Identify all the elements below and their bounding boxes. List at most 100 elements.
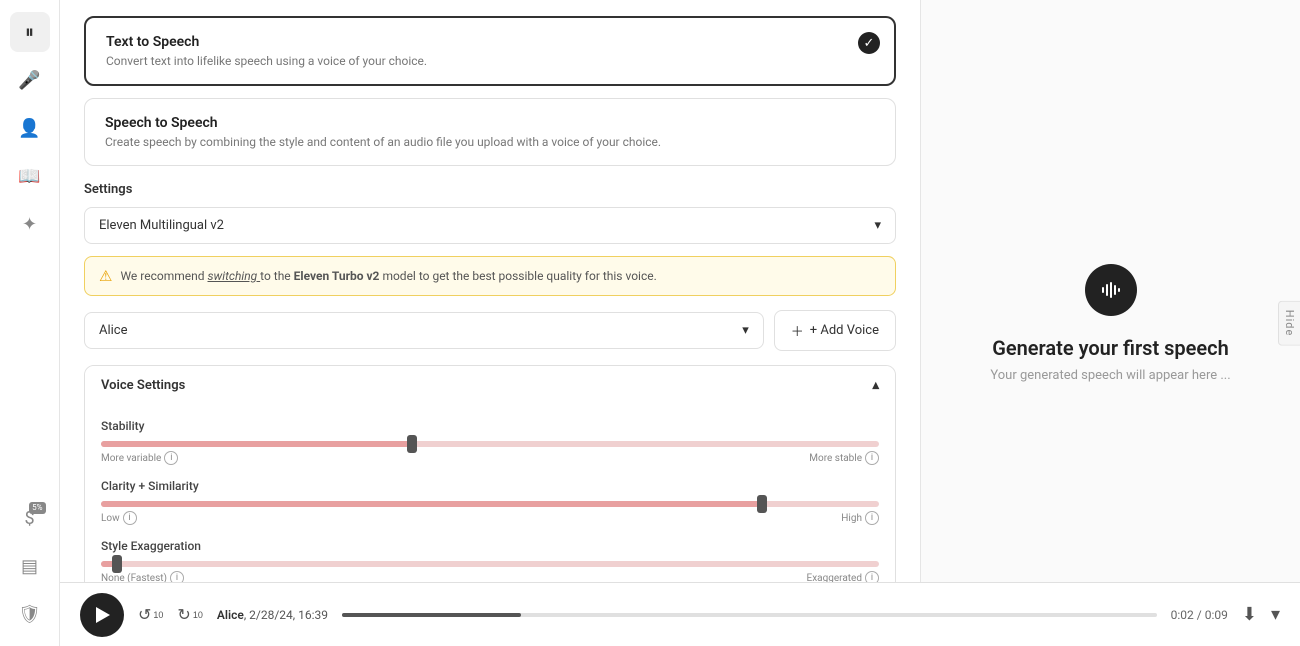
voice-row: Alice ▾ ＋ + Add Voice — [84, 310, 896, 351]
generate-desc: Your generated speech will appear here .… — [990, 368, 1230, 383]
player-date: 2/28/24, 16:39 — [249, 608, 328, 622]
progress-bar-fill — [342, 613, 521, 617]
add-voice-label: + Add Voice — [810, 323, 879, 338]
style-track-bg — [101, 561, 879, 567]
generate-icon — [1085, 264, 1137, 316]
voice-value: Alice — [99, 323, 128, 338]
magic-icon: ✦ — [22, 214, 37, 235]
sidebar-icon-waveform[interactable]: 🎤 — [10, 60, 50, 100]
style-label: Style Exaggeration — [101, 539, 879, 553]
stability-right-label: More stable i — [809, 451, 879, 465]
content-area: Text to Speech Convert text into lifelik… — [60, 0, 920, 646]
stability-thumb[interactable] — [407, 435, 417, 453]
style-slider-row: Style Exaggeration None (Fastest) i — [101, 539, 879, 585]
stability-track-bg — [101, 441, 879, 447]
download-icon: ⬇ — [1242, 604, 1257, 624]
settings-label: Settings — [84, 182, 896, 197]
chevron-down-player-button[interactable]: ▾ — [1271, 604, 1280, 625]
clarity-thumb[interactable] — [757, 495, 767, 513]
speech-to-speech-card[interactable]: Speech to Speech Create speech by combin… — [84, 98, 896, 166]
clarity-track-bg — [101, 501, 879, 507]
total-time: 0:09 — [1205, 608, 1228, 622]
users-icon: 👤 — [18, 118, 40, 139]
clarity-info-right-icon[interactable]: i — [865, 511, 879, 525]
voice-settings-panel: Voice Settings ▴ Stability — [84, 365, 896, 610]
clarity-slider-labels: Low i High i — [101, 511, 879, 525]
progress-bar[interactable] — [342, 613, 1157, 617]
sidebar-icon-billing[interactable]: $ 5% — [10, 498, 50, 538]
rewind-icon: ↺ — [138, 605, 151, 625]
warning-icon: ⚠ — [99, 267, 112, 285]
stability-fill — [101, 441, 412, 447]
clarity-label: Clarity + Similarity — [101, 479, 879, 493]
clarity-slider-row: Clarity + Similarity Low i — [101, 479, 879, 525]
sidebar-icon-history[interactable]: ▤ — [10, 546, 50, 586]
waveform-svg — [1099, 278, 1123, 302]
stability-left-label: More variable i — [101, 451, 178, 465]
chevron-up-icon: ▴ — [872, 378, 879, 393]
forward-button[interactable]: ↻ 10 — [177, 605, 202, 625]
rewind-label: 10 — [153, 610, 163, 620]
card-title-tts: Text to Speech — [106, 34, 874, 50]
sidebar-icon-users[interactable]: 👤 — [10, 108, 50, 148]
stability-label: Stability — [101, 419, 879, 433]
add-voice-button[interactable]: ＋ + Add Voice — [774, 310, 896, 351]
switching-link[interactable]: switching — [208, 269, 261, 283]
forward-icon: ↻ — [177, 605, 190, 625]
history-icon: ▤ — [21, 556, 38, 577]
chevron-down-player-icon: ▾ — [1271, 604, 1280, 624]
left-panel: Text to Speech Convert text into lifelik… — [60, 0, 920, 646]
bold-model: Eleven Turbo v2 — [294, 269, 380, 283]
book-icon: 📖 — [18, 166, 40, 187]
player-voice-name: Alice — [217, 608, 244, 622]
card-desc-tts: Convert text into lifelike speech using … — [106, 54, 874, 68]
hide-tab[interactable]: Hide — [1278, 301, 1300, 346]
billing-badge: 5% — [29, 502, 45, 514]
stability-slider-labels: More variable i More stable i — [101, 451, 879, 465]
time-separator: / — [1197, 608, 1205, 622]
sidebar-icon-magic[interactable]: ✦ — [10, 204, 50, 244]
clarity-right-label: High i — [841, 511, 879, 525]
stability-info-icon[interactable]: i — [164, 451, 178, 465]
model-dropdown[interactable]: Eleven Multilingual v2 ▾ — [84, 207, 896, 244]
generate-title: Generate your first speech — [992, 336, 1229, 360]
text-to-speech-card[interactable]: Text to Speech Convert text into lifelik… — [84, 16, 896, 86]
sidebar-icon-book[interactable]: 📖 — [10, 156, 50, 196]
plus-icon: ＋ — [791, 321, 804, 340]
clarity-track[interactable] — [101, 501, 879, 507]
sidebar-icon-shield[interactable]: 🛡 — [10, 594, 50, 634]
style-track[interactable] — [101, 561, 879, 567]
time-display: 0:02 / 0:09 — [1171, 608, 1228, 622]
current-time: 0:02 — [1171, 608, 1194, 622]
style-thumb[interactable] — [112, 555, 122, 573]
play-button[interactable] — [80, 593, 124, 637]
voice-settings-title: Voice Settings — [101, 378, 185, 393]
right-panel: Hide Generate your first speech Your gen… — [920, 0, 1300, 646]
sidebar-icon-pause[interactable]: ⏸ — [10, 12, 50, 52]
voice-dropdown[interactable]: Alice ▾ — [84, 312, 764, 349]
sidebar: ⏸ 🎤 👤 📖 ✦ $ 5% ▤ 🛡 — [0, 0, 60, 646]
chevron-down-voice-icon: ▾ — [742, 323, 749, 338]
voice-settings-header[interactable]: Voice Settings ▴ — [85, 366, 895, 405]
sliders-area: Stability More variable i — [85, 405, 895, 609]
forward-label: 10 — [193, 610, 203, 620]
stability-slider-row: Stability More variable i — [101, 419, 879, 465]
stability-track[interactable] — [101, 441, 879, 447]
rewind-button[interactable]: ↺ 10 — [138, 605, 163, 625]
player-meta: Alice, 2/28/24, 16:39 — [217, 608, 328, 622]
pause-icon: ⏸ — [25, 22, 34, 43]
shield-icon: 🛡 — [18, 604, 41, 625]
clarity-fill — [101, 501, 762, 507]
model-value: Eleven Multilingual v2 — [99, 218, 224, 233]
audio-player: ↺ 10 ↻ 10 Alice, 2/28/24, 16:39 0:02 / 0… — [60, 582, 1300, 646]
warning-banner: ⚠ We recommend switching to the Eleven T… — [84, 256, 896, 296]
stability-info-right-icon[interactable]: i — [865, 451, 879, 465]
card-desc-sts: Create speech by combining the style and… — [105, 135, 875, 149]
clarity-info-icon[interactable]: i — [123, 511, 137, 525]
download-button[interactable]: ⬇ — [1242, 604, 1257, 625]
chevron-down-icon: ▾ — [874, 218, 881, 233]
play-icon — [96, 607, 110, 623]
waveform-icon: 🎤 — [18, 70, 40, 91]
card-title-sts: Speech to Speech — [105, 115, 875, 131]
clarity-left-label: Low i — [101, 511, 137, 525]
